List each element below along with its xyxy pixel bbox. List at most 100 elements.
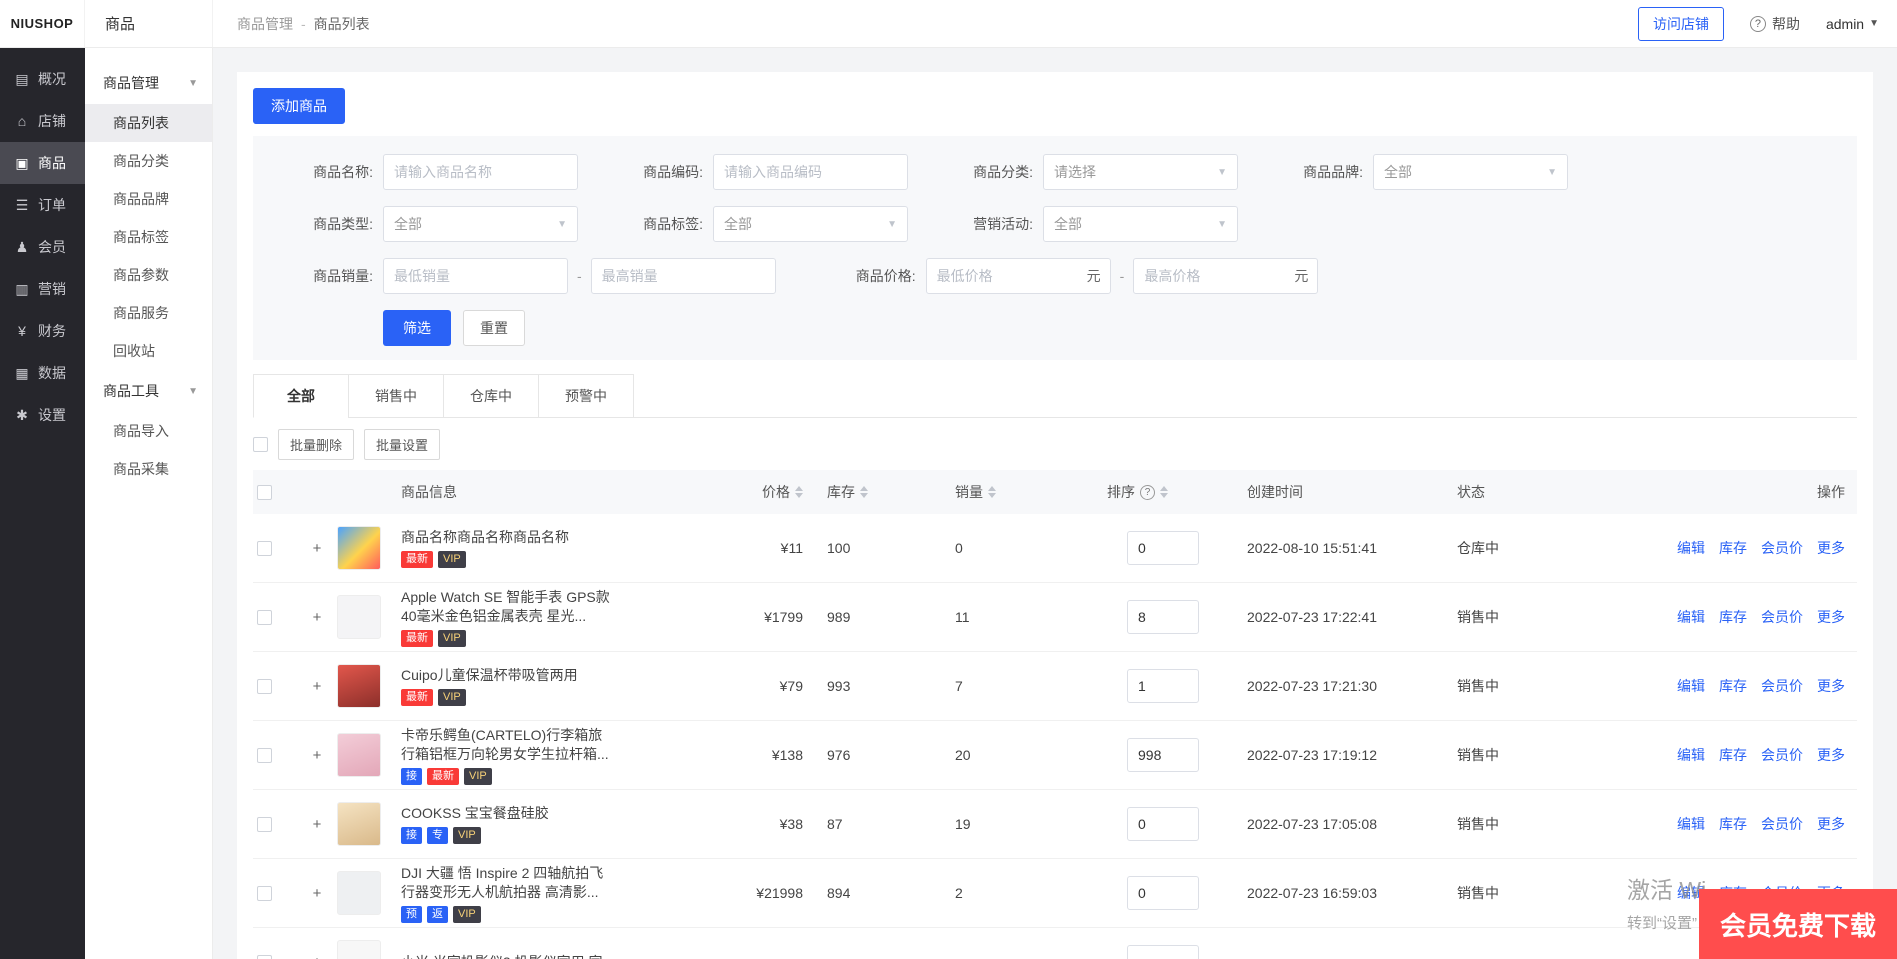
reset-button[interactable]: 重置 bbox=[463, 310, 525, 346]
visit-shop-button[interactable]: 访问店铺 bbox=[1637, 6, 1724, 41]
sidebar-item-label: 订单 bbox=[38, 197, 66, 213]
row-expander-icon[interactable]: + bbox=[313, 609, 322, 626]
sidebar-item-shop[interactable]: ⌂ 店铺 bbox=[0, 100, 85, 142]
activity-select[interactable]: 全部 ▼ bbox=[1043, 206, 1238, 242]
price-min-input[interactable] bbox=[925, 258, 1111, 294]
subnav-item-goods-params[interactable]: 商品参数 bbox=[85, 256, 212, 294]
table-row: + COOKSS 宝宝餐盘硅胶 接专 VIP ¥38 87 19 2022-07-… bbox=[253, 790, 1857, 859]
sidebar-item-members[interactable]: ♟ 会员 bbox=[0, 226, 85, 268]
row-action-member-price[interactable]: 会员价 bbox=[1761, 814, 1803, 834]
row-action-edit[interactable]: 编辑 bbox=[1677, 607, 1705, 627]
row-action-more[interactable]: 更多 bbox=[1817, 538, 1845, 558]
row-expander-icon[interactable]: + bbox=[313, 540, 322, 557]
subnav-group-goods-manage[interactable]: 商品管理 ▼ bbox=[85, 62, 212, 104]
row-action-more[interactable]: 更多 bbox=[1817, 745, 1845, 765]
product-tag: VIP bbox=[438, 689, 466, 706]
sales-min-input[interactable] bbox=[383, 258, 568, 294]
row-action-stock[interactable]: 库存 bbox=[1719, 676, 1747, 696]
sort-input[interactable] bbox=[1127, 807, 1199, 841]
row-action-edit[interactable]: 编辑 bbox=[1677, 538, 1705, 558]
col-header-sales[interactable]: 销量 bbox=[947, 482, 1097, 502]
row-action-edit[interactable]: 编辑 bbox=[1677, 745, 1705, 765]
code-input[interactable] bbox=[713, 154, 908, 190]
row-checkbox[interactable] bbox=[257, 747, 272, 763]
sort-input[interactable] bbox=[1127, 531, 1199, 565]
row-action-stock[interactable]: 库存 bbox=[1719, 538, 1747, 558]
help-label: 帮助 bbox=[1771, 15, 1800, 32]
row-action-member-price[interactable]: 会员价 bbox=[1761, 607, 1803, 627]
row-action-stock[interactable]: 库存 bbox=[1719, 814, 1747, 834]
row-checkbox[interactable] bbox=[257, 954, 272, 959]
sort-input[interactable] bbox=[1127, 600, 1199, 634]
sidebar-item-data[interactable]: ▦ 数据 bbox=[0, 352, 85, 394]
tab-selling[interactable]: 销售中 bbox=[348, 374, 444, 418]
row-expander-icon[interactable]: + bbox=[313, 678, 322, 695]
row-checkbox[interactable] bbox=[257, 885, 272, 901]
sidebar-item-finance[interactable]: ¥ 财务 bbox=[0, 310, 85, 352]
subnav-group-label: 商品工具 bbox=[103, 383, 159, 399]
row-action-edit[interactable]: 编辑 bbox=[1677, 676, 1705, 696]
row-action-member-price[interactable]: 会员价 bbox=[1761, 676, 1803, 696]
row-checkbox[interactable] bbox=[257, 540, 272, 556]
subnav-item-goods-collect[interactable]: 商品采集 bbox=[85, 450, 212, 488]
col-header-stock[interactable]: 库存 bbox=[817, 482, 947, 502]
row-checkbox[interactable] bbox=[257, 816, 272, 832]
subnav-item-goods-list[interactable]: 商品列表 bbox=[85, 104, 212, 142]
subnav-item-recycle-bin[interactable]: 回收站 bbox=[85, 332, 212, 370]
bulk-select-checkbox[interactable] bbox=[253, 436, 268, 452]
name-input[interactable] bbox=[383, 154, 578, 190]
row-expander-icon[interactable]: + bbox=[313, 816, 322, 833]
row-action-member-price[interactable]: 会员价 bbox=[1761, 745, 1803, 765]
sidebar-item-marketing[interactable]: ▥ 营销 bbox=[0, 268, 85, 310]
category-select[interactable]: 请选择 ▼ bbox=[1043, 154, 1238, 190]
product-name-line1: DJI 大疆 悟 Inspire 2 四轴航拍飞 bbox=[401, 864, 604, 881]
bulk-delete-button[interactable]: 批量删除 bbox=[278, 428, 355, 460]
sort-input[interactable] bbox=[1127, 945, 1199, 959]
subnav-item-goods-import[interactable]: 商品导入 bbox=[85, 412, 212, 450]
col-header-sort[interactable]: 排序 ? bbox=[1097, 482, 1247, 502]
row-action-stock[interactable]: 库存 bbox=[1719, 745, 1747, 765]
row-expander-icon[interactable]: + bbox=[313, 885, 322, 902]
sidebar-item-goods[interactable]: ▣ 商品 bbox=[0, 142, 85, 184]
row-action-member-price[interactable]: 会员价 bbox=[1761, 538, 1803, 558]
row-actions: 编辑库存会员价更多 bbox=[1627, 676, 1857, 696]
breadcrumb-section[interactable]: 商品管理 bbox=[237, 14, 293, 34]
sidebar-item-orders[interactable]: ☰ 订单 bbox=[0, 184, 85, 226]
help-button[interactable]: ? 帮助 bbox=[1749, 14, 1800, 34]
col-header-price[interactable]: 价格 bbox=[717, 482, 817, 502]
row-checkbox[interactable] bbox=[257, 678, 272, 694]
row-action-stock[interactable]: 库存 bbox=[1719, 607, 1747, 627]
bulk-setting-button[interactable]: 批量设置 bbox=[364, 428, 441, 460]
row-action-more[interactable]: 更多 bbox=[1817, 814, 1845, 834]
subnav-item-goods-brand[interactable]: 商品品牌 bbox=[85, 180, 212, 218]
sort-input[interactable] bbox=[1127, 876, 1199, 910]
admin-menu[interactable]: admin ▼ bbox=[1826, 16, 1879, 32]
promo-banner[interactable]: 会员免费下载 bbox=[1699, 889, 1897, 959]
tag-select[interactable]: 全部 ▼ bbox=[713, 206, 908, 242]
filter-button[interactable]: 筛选 bbox=[383, 310, 451, 346]
sort-input[interactable] bbox=[1127, 669, 1199, 703]
sort-input[interactable] bbox=[1127, 738, 1199, 772]
sidebar-item-settings[interactable]: ✱ 设置 bbox=[0, 394, 85, 436]
tab-warning[interactable]: 预警中 bbox=[538, 374, 634, 418]
row-expander-icon[interactable]: + bbox=[313, 954, 322, 959]
row-expander-icon[interactable]: + bbox=[313, 747, 322, 764]
subnav-item-goods-service[interactable]: 商品服务 bbox=[85, 294, 212, 332]
subnav-item-goods-category[interactable]: 商品分类 bbox=[85, 142, 212, 180]
sidebar-item-overview[interactable]: ▤ 概况 bbox=[0, 58, 85, 100]
brand-select[interactable]: 全部 ▼ bbox=[1373, 154, 1568, 190]
product-image bbox=[337, 595, 381, 639]
row-action-more[interactable]: 更多 bbox=[1817, 607, 1845, 627]
row-action-more[interactable]: 更多 bbox=[1817, 676, 1845, 696]
select-all-checkbox[interactable] bbox=[257, 484, 272, 500]
row-checkbox[interactable] bbox=[257, 609, 272, 625]
tab-warehouse[interactable]: 仓库中 bbox=[443, 374, 539, 418]
type-select[interactable]: 全部 ▼ bbox=[383, 206, 578, 242]
subnav-group-goods-tools[interactable]: 商品工具 ▼ bbox=[85, 370, 212, 412]
price-max-input[interactable] bbox=[1133, 258, 1319, 294]
subnav-item-goods-label[interactable]: 商品标签 bbox=[85, 218, 212, 256]
tab-all[interactable]: 全部 bbox=[253, 374, 349, 418]
add-product-button[interactable]: 添加商品 bbox=[253, 88, 345, 124]
row-action-edit[interactable]: 编辑 bbox=[1677, 814, 1705, 834]
sales-max-input[interactable] bbox=[590, 258, 776, 294]
